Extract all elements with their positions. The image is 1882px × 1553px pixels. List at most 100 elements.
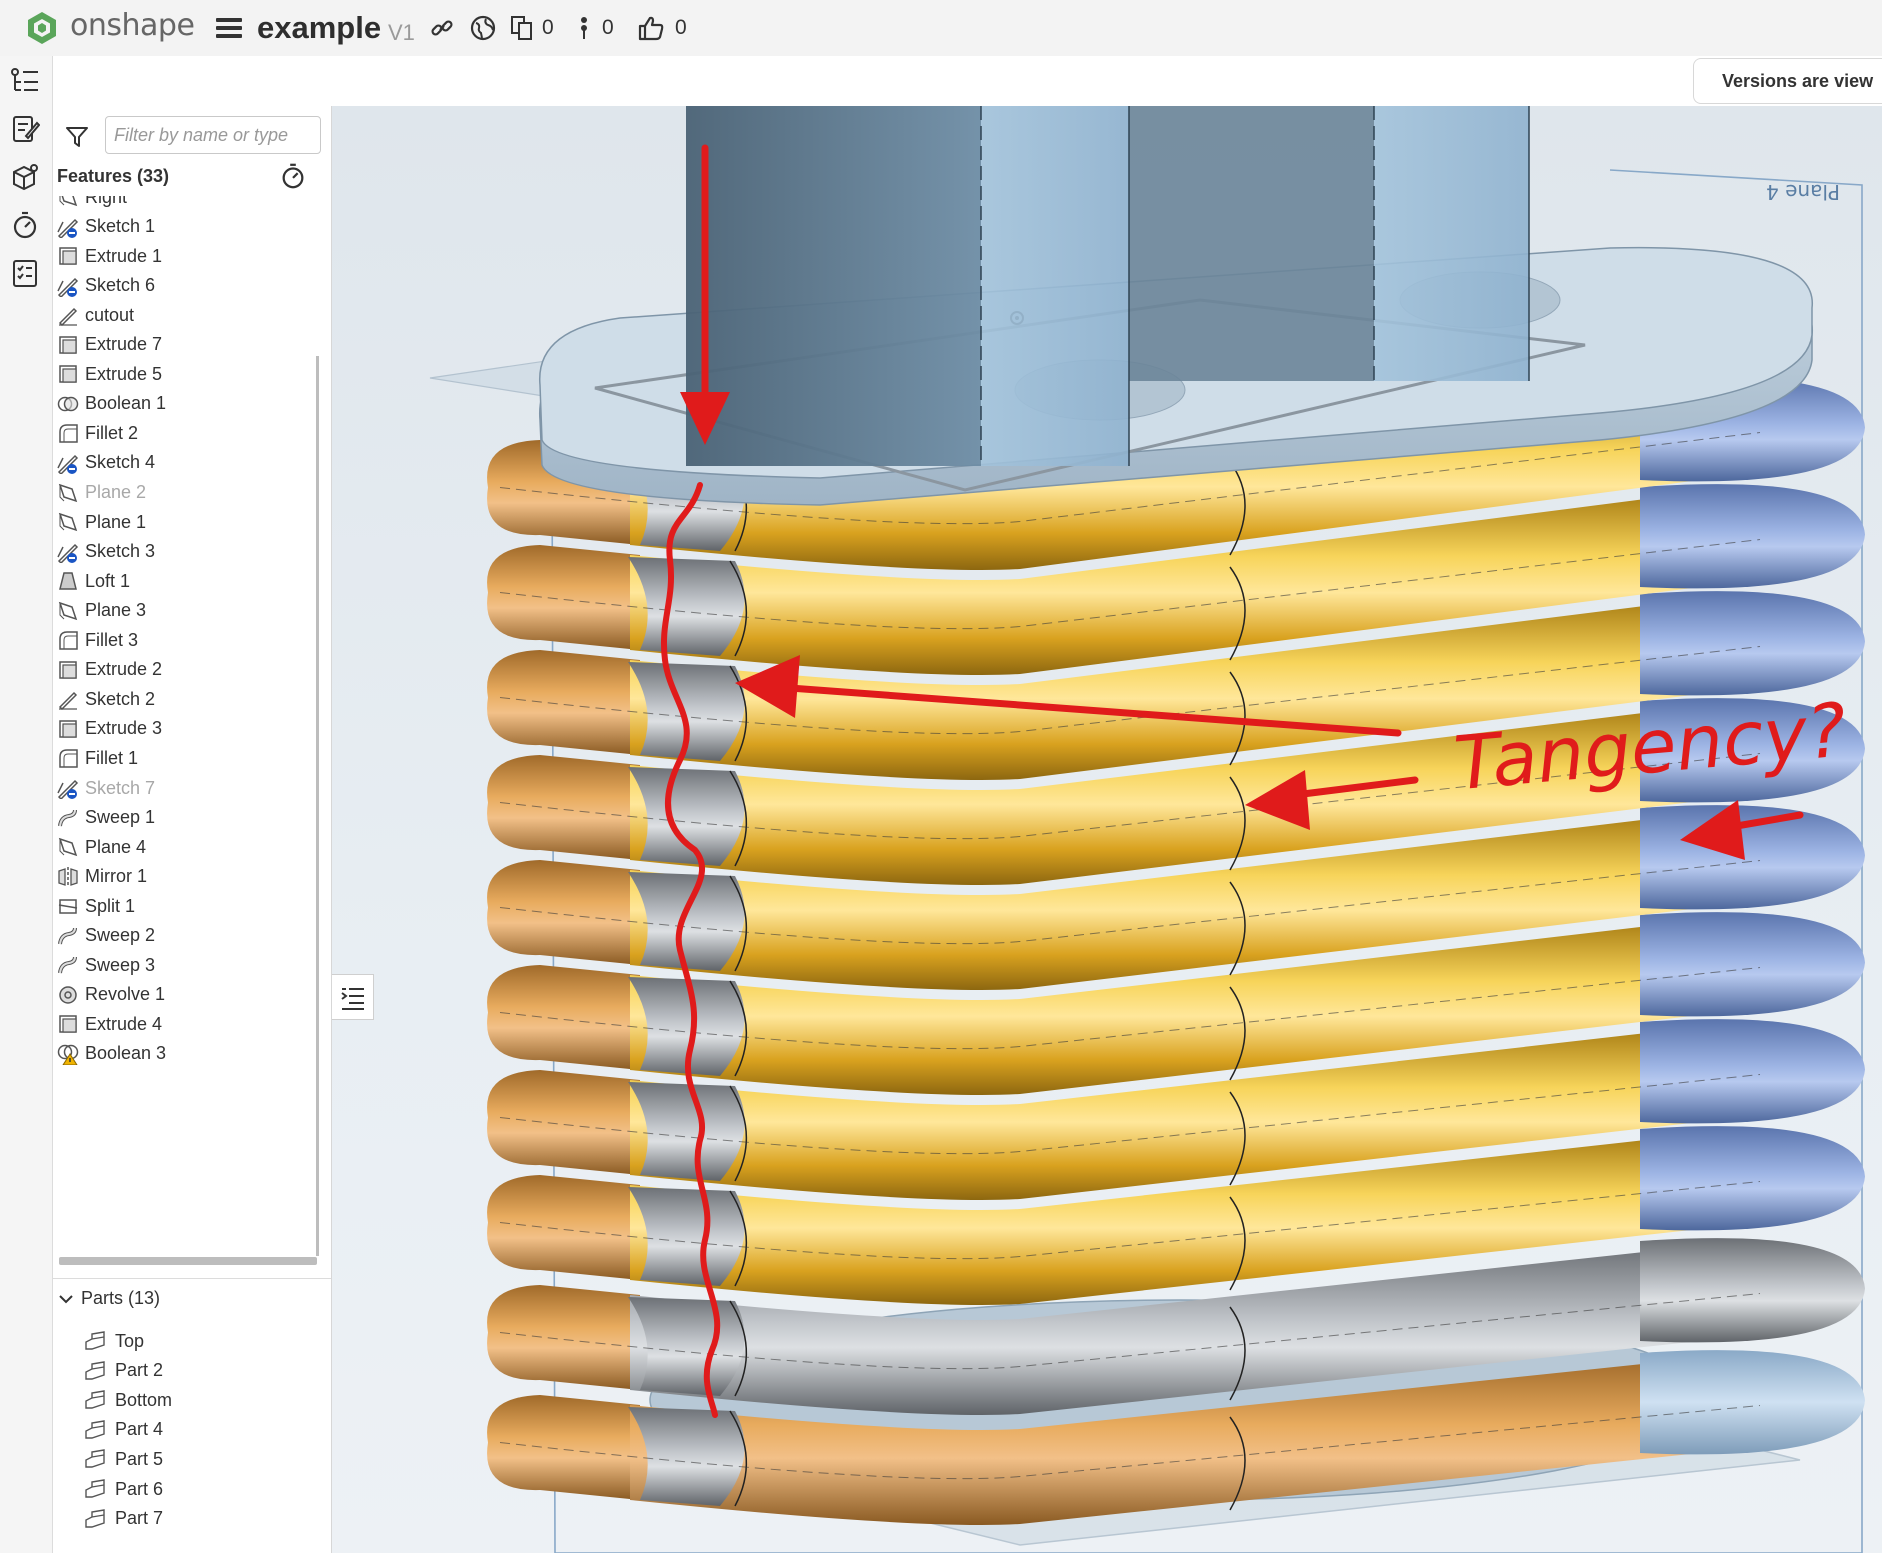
feature-label: Sketch 3 (85, 541, 156, 562)
feature-toolbar (52, 56, 1882, 106)
filter-input[interactable]: Filter by name or type (105, 116, 321, 154)
feature-item[interactable]: Boolean 1 (57, 389, 166, 419)
extrude-icon (57, 363, 79, 385)
feature-item[interactable]: Extrude 1 (57, 241, 162, 271)
feature-label: cutout (85, 304, 135, 325)
left-rail (0, 56, 53, 1553)
feature-item[interactable]: cutout (57, 300, 134, 330)
part-label: Bottom (115, 1389, 173, 1410)
comments-counter[interactable]: 0 (578, 14, 614, 42)
boolean-warning-icon (57, 1043, 79, 1066)
feature-panel: Filter by name or type Features (33) Rig… (53, 106, 332, 1553)
feature-item[interactable]: Plane 1 (57, 507, 146, 537)
feature-item[interactable]: Revolve 1 (57, 980, 165, 1010)
feature-item[interactable]: Plane 3 (57, 596, 146, 626)
feature-item[interactable]: Extrude 2 (57, 655, 162, 685)
feature-label: Plane 4 (85, 836, 147, 857)
part-item[interactable]: Part 7 (83, 1504, 163, 1534)
feature-label: Extrude 4 (85, 1013, 163, 1034)
extrude-icon (57, 659, 79, 681)
features-header[interactable]: Features (33) (57, 166, 169, 187)
feature-label: Boolean 3 (85, 1043, 167, 1064)
part-icon (85, 1449, 105, 1469)
pencil-icon (57, 688, 79, 711)
extrude-icon (57, 245, 79, 267)
feature-label: Sweep 2 (85, 925, 156, 946)
part-label: Part 2 (115, 1360, 164, 1381)
feature-label: Extrude 3 (85, 718, 163, 739)
part-item[interactable]: Top (83, 1326, 144, 1356)
feature-label: Boolean 1 (85, 393, 167, 414)
plane-icon (57, 836, 79, 858)
feature-item[interactable]: Mirror 1 (57, 862, 147, 892)
feature-item[interactable]: Plane 2 (57, 478, 146, 508)
feature-item[interactable]: Sketch 3 (57, 537, 155, 567)
feature-item[interactable]: Fillet 3 (57, 625, 138, 655)
part-label: Top (115, 1330, 145, 1351)
top-bar: onshape example V1 0 0 0 (0, 0, 1882, 57)
feature-item[interactable]: Sketch 4 (57, 448, 155, 478)
rollback-timer-icon[interactable] (279, 162, 307, 190)
part-item[interactable]: Part 4 (83, 1415, 163, 1445)
plane-icon (57, 482, 79, 504)
feature-item[interactable]: Fillet 2 (57, 418, 138, 448)
globe-icon[interactable] (470, 14, 496, 42)
part-item[interactable]: Bottom (83, 1385, 172, 1415)
feature-item[interactable]: Sketch 2 (57, 684, 155, 714)
history-stopwatch-icon[interactable] (10, 210, 40, 240)
notes-icon[interactable] (10, 114, 40, 144)
feature-item[interactable]: Sketch 7 (57, 773, 155, 803)
feature-list-scrollbar[interactable] (316, 356, 319, 1256)
sweep-icon (57, 807, 79, 829)
feature-item[interactable]: Sketch 1 (57, 212, 155, 242)
feature-label: Sketch 6 (85, 275, 156, 296)
version-label[interactable]: V1 (388, 20, 415, 46)
part-icon (85, 1390, 105, 1409)
feature-item[interactable]: Sweep 1 (57, 803, 155, 833)
feature-item[interactable]: Extrude 7 (57, 330, 162, 360)
brand-name: onshape (70, 8, 195, 43)
part-item[interactable]: Part 2 (83, 1356, 163, 1386)
sketch-icon (57, 541, 79, 564)
checklist-icon[interactable] (10, 258, 40, 288)
feature-label: Sketch 1 (85, 216, 156, 237)
horizontal-scrollbar[interactable] (59, 1257, 317, 1265)
feature-label: Loft 1 (85, 570, 131, 591)
feature-list: Right Sketch 1 Extrude 1 Sketch 6 cutout Extr… (53, 196, 318, 1156)
extrude-icon (57, 334, 79, 356)
feature-item[interactable]: Split 1 (57, 891, 135, 921)
document-title[interactable]: example (257, 10, 381, 46)
feature-item[interactable]: Loft 1 (57, 566, 130, 596)
graphics-viewport[interactable]: Plane 4 Tangency? (332, 106, 1882, 1553)
feature-label: Fillet 1 (85, 747, 139, 768)
feature-item[interactable]: Sweep 3 (57, 950, 155, 980)
parts-header[interactable]: Parts (13) (57, 1288, 160, 1309)
feature-item[interactable]: Sweep 2 (57, 921, 155, 951)
filter-icon[interactable] (65, 126, 89, 148)
onshape-logo-icon[interactable] (24, 10, 60, 46)
copies-counter[interactable]: 0 (510, 14, 554, 42)
feature-item[interactable]: Extrude 3 (57, 714, 162, 744)
sweep-icon (57, 925, 79, 947)
feature-list-toggle[interactable] (332, 974, 374, 1020)
link-icon[interactable] (430, 14, 454, 42)
feature-item[interactable]: Boolean 3 (57, 1039, 166, 1069)
part-icon (85, 1331, 105, 1350)
feature-item[interactable]: Right (57, 196, 127, 212)
feature-item[interactable]: Extrude 4 (57, 1009, 162, 1039)
part-item[interactable]: Part 6 (83, 1474, 163, 1504)
likes-counter[interactable]: 0 (637, 14, 687, 42)
feature-item[interactable]: Sketch 6 (57, 271, 155, 301)
parts-cube-icon[interactable] (10, 162, 40, 192)
chevron-down-icon[interactable] (57, 1290, 75, 1308)
feature-list-icon[interactable] (10, 66, 40, 96)
feature-item[interactable]: Extrude 5 (57, 359, 162, 389)
feature-label: Sketch 2 (85, 688, 156, 709)
feature-item[interactable]: Fillet 1 (57, 743, 138, 773)
feature-label: Split 1 (85, 895, 136, 916)
hamburger-menu-icon[interactable] (216, 18, 242, 38)
part-item[interactable]: Part 5 (83, 1444, 163, 1474)
pencil-icon (57, 304, 79, 327)
sketch-icon (57, 777, 79, 801)
feature-item[interactable]: Plane 4 (57, 832, 146, 862)
